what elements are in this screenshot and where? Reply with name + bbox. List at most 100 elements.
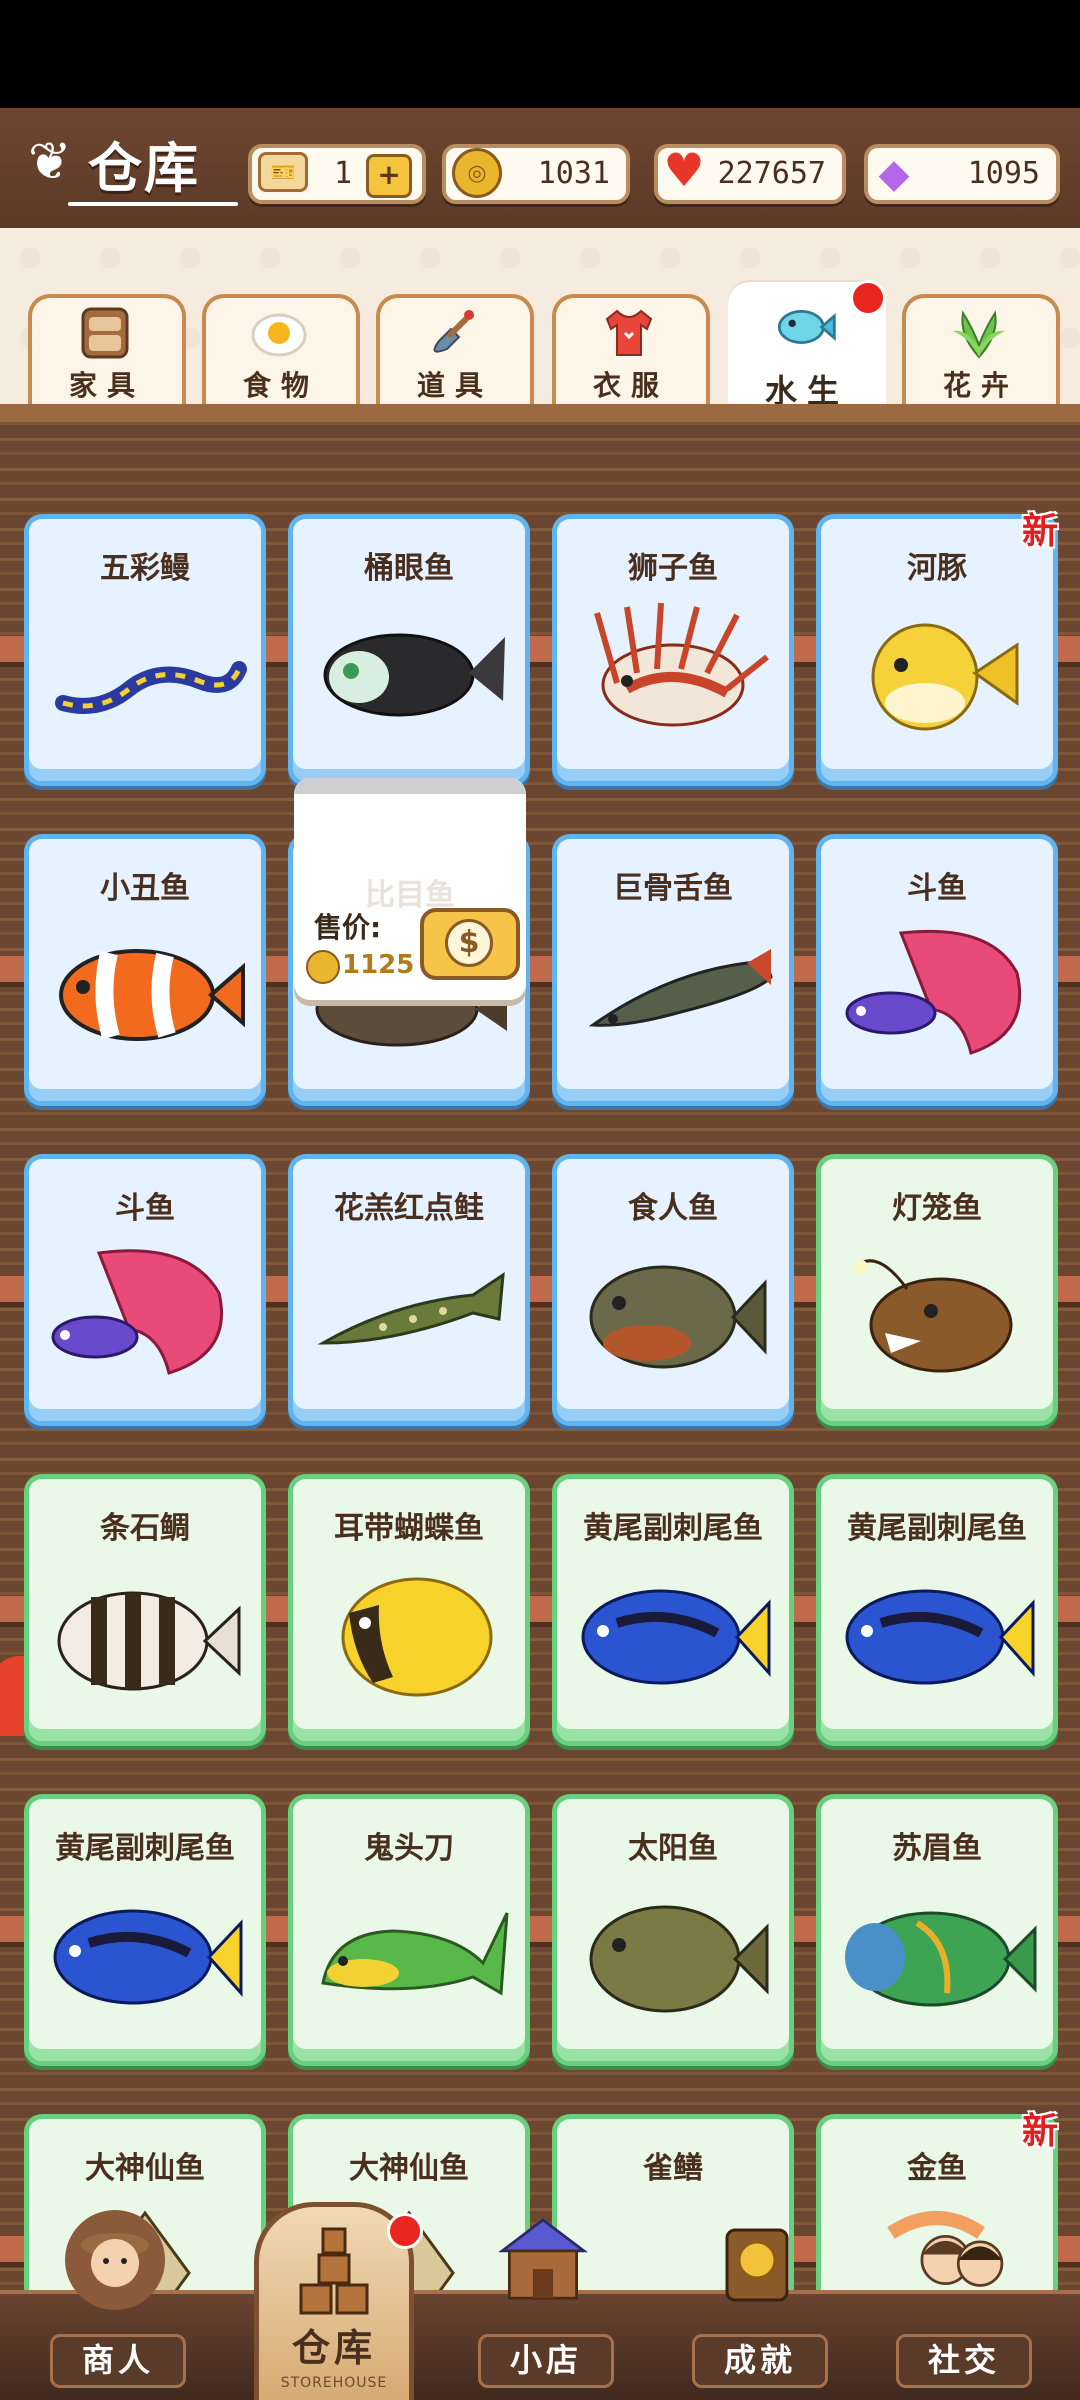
- item-card[interactable]: 斗鱼: [816, 834, 1058, 1106]
- nav-sublabel: STOREHOUSE: [280, 2375, 388, 2391]
- item-card[interactable]: 苏眉鱼: [816, 1794, 1058, 2066]
- nav-shop[interactable]: 小店: [468, 2218, 618, 2400]
- clownfish-icon: [29, 913, 261, 1063]
- item-card[interactable]: 巨骨舌鱼: [552, 834, 794, 1106]
- item-card[interactable]: 鬼头刀: [288, 1794, 530, 2066]
- ticket-counter: 🎫 1 +: [248, 144, 426, 204]
- mahi-mahi-icon: [293, 1873, 525, 2023]
- tab-food[interactable]: 食物: [202, 294, 360, 416]
- item-name: 太阳鱼: [628, 1831, 718, 1866]
- nav-achievement[interactable]: 成就: [682, 2228, 832, 2400]
- header: ❦ 仓库 🎫 1 + ◎ 1031 ♥ 227657 ◆ 1095: [0, 108, 1080, 228]
- butterflyfish-icon: [293, 1553, 525, 1703]
- item-name: 条石鲷: [100, 1511, 190, 1546]
- merchant-avatar-icon: [65, 2210, 165, 2310]
- couple-avatar-icon: [911, 2210, 1011, 2310]
- coin-icon: [306, 950, 340, 984]
- tab-label: 道具: [416, 369, 493, 402]
- page-title: 仓库: [88, 137, 200, 200]
- shirt-icon: [596, 304, 662, 362]
- sell-button[interactable]: $: [420, 908, 520, 980]
- moray-eel-icon: [29, 593, 261, 743]
- title-block: ❦ 仓库: [28, 118, 238, 208]
- nav-social[interactable]: 社交: [886, 2235, 1036, 2400]
- item-name: 耳带蝴蝶鱼: [334, 1511, 484, 1546]
- heart-counter: ♥ 227657: [654, 143, 846, 204]
- item-card[interactable]: 条石鲷: [24, 1474, 266, 1746]
- item-card[interactable]: 桶眼鱼: [288, 514, 530, 786]
- add-ticket-button[interactable]: +: [366, 154, 412, 198]
- heart-icon: ♥: [663, 143, 705, 197]
- humphead-wrasse-icon: [821, 1873, 1053, 2023]
- cabinet-icon: [72, 304, 138, 362]
- item-name: 金鱼: [907, 2151, 967, 2186]
- item-name: 狮子鱼: [628, 551, 718, 586]
- item-name: 黄尾副刺尾鱼: [847, 1511, 1027, 1546]
- tab-flowers[interactable]: 花卉: [902, 294, 1060, 416]
- bottom-nav: 商人 仓库 STOREHOUSE 小店 成就 社交: [0, 2202, 1080, 2400]
- coin-icon: ◎: [452, 148, 502, 198]
- popup-strip: [294, 778, 526, 794]
- item-card[interactable]: 黄尾副刺尾鱼: [816, 1474, 1058, 1746]
- betta-icon: [821, 913, 1053, 1063]
- lionfish-icon: [557, 593, 789, 743]
- coin-counter: ◎ 1031: [442, 144, 630, 204]
- tab-aquatic[interactable]: 水生: [728, 280, 886, 418]
- item-card[interactable]: 花羔红点鲑: [288, 1154, 530, 1426]
- item-name: 黄尾副刺尾鱼: [583, 1511, 763, 1546]
- tab-tools[interactable]: 道具: [376, 294, 534, 416]
- item-name: 斗鱼: [907, 871, 967, 906]
- tab-furniture[interactable]: 家具: [28, 294, 186, 416]
- gem-counter: ◆ 1095: [864, 144, 1060, 204]
- pufferfish-icon: [821, 593, 1053, 743]
- tab-clothes[interactable]: 衣服: [552, 294, 710, 416]
- nav-label: 成就: [692, 2334, 828, 2388]
- item-card[interactable]: 太阳鱼: [552, 1794, 794, 2066]
- item-card[interactable]: 小丑鱼: [24, 834, 266, 1106]
- anglerfish-icon: [821, 1233, 1053, 1383]
- ticket-icon: 🎫: [258, 152, 308, 192]
- egg-icon: [246, 304, 312, 362]
- nav-label: 社交: [896, 2334, 1032, 2388]
- nav-merchant[interactable]: 商人: [40, 2210, 190, 2400]
- item-card[interactable]: 耳带蝴蝶鱼: [288, 1474, 530, 1746]
- item-card[interactable]: 灯笼鱼: [816, 1154, 1058, 1426]
- piranha-icon: [557, 1233, 789, 1383]
- nav-label: 小店: [478, 2334, 614, 2388]
- item-name: 巨骨舌鱼: [613, 871, 733, 906]
- trophy-icon: [707, 2210, 807, 2310]
- item-name: 鬼头刀: [364, 1831, 454, 1866]
- item-card[interactable]: 狮子鱼: [552, 514, 794, 786]
- item-name: 大神仙鱼: [85, 2151, 205, 2186]
- item-name: 灯笼鱼: [892, 1191, 982, 1226]
- item-card[interactable]: 食人鱼: [552, 1154, 794, 1426]
- gem-icon: ◆: [878, 151, 910, 197]
- status-bar: [0, 0, 1080, 108]
- price-value: 1125: [342, 950, 415, 980]
- item-name: 斗鱼: [115, 1191, 175, 1226]
- gem-value: 1095: [967, 156, 1040, 191]
- item-name: 小丑鱼: [100, 871, 190, 906]
- item-card[interactable]: 斗鱼: [24, 1154, 266, 1426]
- item-name: 五彩鳗: [100, 551, 190, 586]
- blue-tang-icon: [821, 1553, 1053, 1703]
- tabbar-ledge: [0, 404, 1080, 422]
- item-name: 河豚: [907, 551, 967, 586]
- storehouse-icon: [297, 2227, 371, 2321]
- char-icon: [293, 1233, 525, 1383]
- category-tabbar: 家具 食物 道具 衣服 水生 花卉: [0, 228, 1080, 418]
- item-name: 黄尾副刺尾鱼: [55, 1831, 235, 1866]
- notification-dot: [387, 2213, 423, 2249]
- notification-dot: [850, 280, 886, 316]
- price-label: 售价:: [314, 911, 382, 944]
- tab-label: 花卉: [942, 369, 1019, 402]
- item-card[interactable]: 五彩鳗: [24, 514, 266, 786]
- item-card[interactable]: 黄尾副刺尾鱼: [552, 1474, 794, 1746]
- nav-storage[interactable]: 仓库 STOREHOUSE: [254, 2202, 423, 2400]
- ornament-icon: ❦: [28, 132, 72, 192]
- betta-icon: [29, 1233, 261, 1383]
- item-card[interactable]: 黄尾副刺尾鱼: [24, 1794, 266, 2066]
- tab-label: 衣服: [592, 369, 669, 402]
- ticket-value: 1: [333, 156, 352, 191]
- item-card[interactable]: 河豚: [816, 514, 1058, 786]
